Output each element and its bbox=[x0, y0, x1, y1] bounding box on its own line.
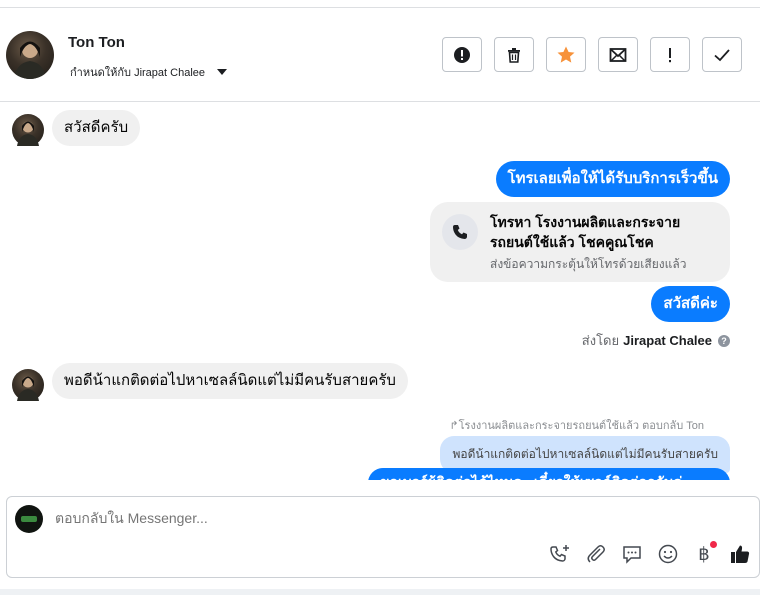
sent-by-label: ส่งโดย Jirapat Chalee ? bbox=[582, 330, 730, 351]
assignee-dropdown[interactable]: กำหนดให้กับ Jirapat Chalee bbox=[70, 63, 228, 81]
delete-button[interactable] bbox=[494, 37, 534, 72]
done-button[interactable] bbox=[702, 37, 742, 72]
bottom-divider bbox=[0, 589, 760, 595]
star-icon bbox=[557, 46, 575, 63]
like-button[interactable] bbox=[729, 543, 751, 565]
sent-by-prefix: ส่งโดย bbox=[581, 333, 620, 348]
outgoing-message[interactable]: สวัสดีค่ะ bbox=[651, 286, 730, 322]
reply-composer: ฿ bbox=[6, 496, 760, 578]
payment-button[interactable]: ฿ bbox=[693, 541, 717, 565]
reply-input[interactable] bbox=[55, 510, 655, 526]
alert-circle-icon bbox=[454, 46, 470, 63]
check-icon bbox=[714, 48, 730, 61]
assignee-label: กำหนดให้กับ Jirapat Chalee bbox=[70, 67, 206, 79]
star-button[interactable] bbox=[546, 37, 586, 72]
help-icon[interactable]: ? bbox=[718, 334, 730, 347]
incoming-message[interactable]: พอดีน้าแกติดต่อไปหาเซลล์นิดแต่ไม่มีคนรับ… bbox=[52, 363, 408, 399]
paperclip-icon bbox=[587, 545, 605, 563]
phone-plus-icon bbox=[550, 545, 569, 562]
saved-replies-button[interactable] bbox=[621, 543, 643, 565]
important-button[interactable] bbox=[650, 37, 690, 72]
reply-context-label: ↱โรงงานผลิตและกระจายรถยนต์ใช้แล้ว ตอบกลั… bbox=[449, 420, 704, 432]
trash-icon bbox=[508, 47, 520, 63]
thumbs-up-icon bbox=[731, 545, 750, 563]
chat-bubble-icon bbox=[623, 546, 641, 564]
composer-toolbar: ฿ bbox=[549, 541, 751, 565]
conversation-header: Ton Ton กำหนดให้กับ Jirapat Chalee bbox=[0, 8, 760, 102]
call-card-subtitle: ส่งข้อความกระตุ้นให้โทรด้วยเสียงแล้ว bbox=[490, 257, 687, 271]
outgoing-message[interactable]: ขอเบอร์ผู้ติดต่อได้ไหมคะ เดี๋ยวให้เซลล์ต… bbox=[368, 468, 730, 480]
envelope-icon bbox=[609, 47, 627, 62]
chevron-down-icon bbox=[217, 69, 228, 75]
mark-unread-button[interactable] bbox=[598, 37, 638, 72]
attach-button[interactable] bbox=[585, 543, 607, 565]
spam-button[interactable] bbox=[442, 37, 482, 72]
message-thread[interactable]: สวัสดีครับ โทรเลยเพื่อให้ได้รับบริการเร็… bbox=[0, 102, 760, 480]
phone-icon bbox=[442, 214, 478, 250]
conversation-actions bbox=[442, 37, 742, 72]
call-request-card[interactable]: โทรหา โรงงานผลิตและกระจายรถยนต์ใช้แล้ว โ… bbox=[430, 202, 730, 282]
contact-avatar-small bbox=[12, 114, 44, 146]
contact-avatar[interactable] bbox=[6, 31, 54, 79]
sent-by-name: Jirapat Chalee bbox=[623, 333, 712, 348]
smiley-icon bbox=[658, 544, 678, 564]
call-card-title: โทรหา โรงงานผลิตและกระจายรถยนต์ใช้แล้ว โ… bbox=[490, 214, 681, 250]
baht-icon: ฿ bbox=[698, 543, 710, 565]
call-request-button[interactable] bbox=[549, 543, 571, 565]
incoming-message[interactable]: สวัสดีครับ bbox=[52, 110, 141, 146]
notification-dot bbox=[710, 541, 717, 548]
emoji-button[interactable] bbox=[657, 543, 679, 565]
contact-avatar-small bbox=[12, 369, 44, 401]
page-avatar bbox=[15, 505, 43, 533]
contact-name: Ton Ton bbox=[68, 34, 125, 51]
exclamation-icon bbox=[669, 47, 671, 62]
outgoing-message[interactable]: โทรเลยเพื่อให้ได้รับบริการเร็วขึ้น bbox=[495, 161, 730, 197]
